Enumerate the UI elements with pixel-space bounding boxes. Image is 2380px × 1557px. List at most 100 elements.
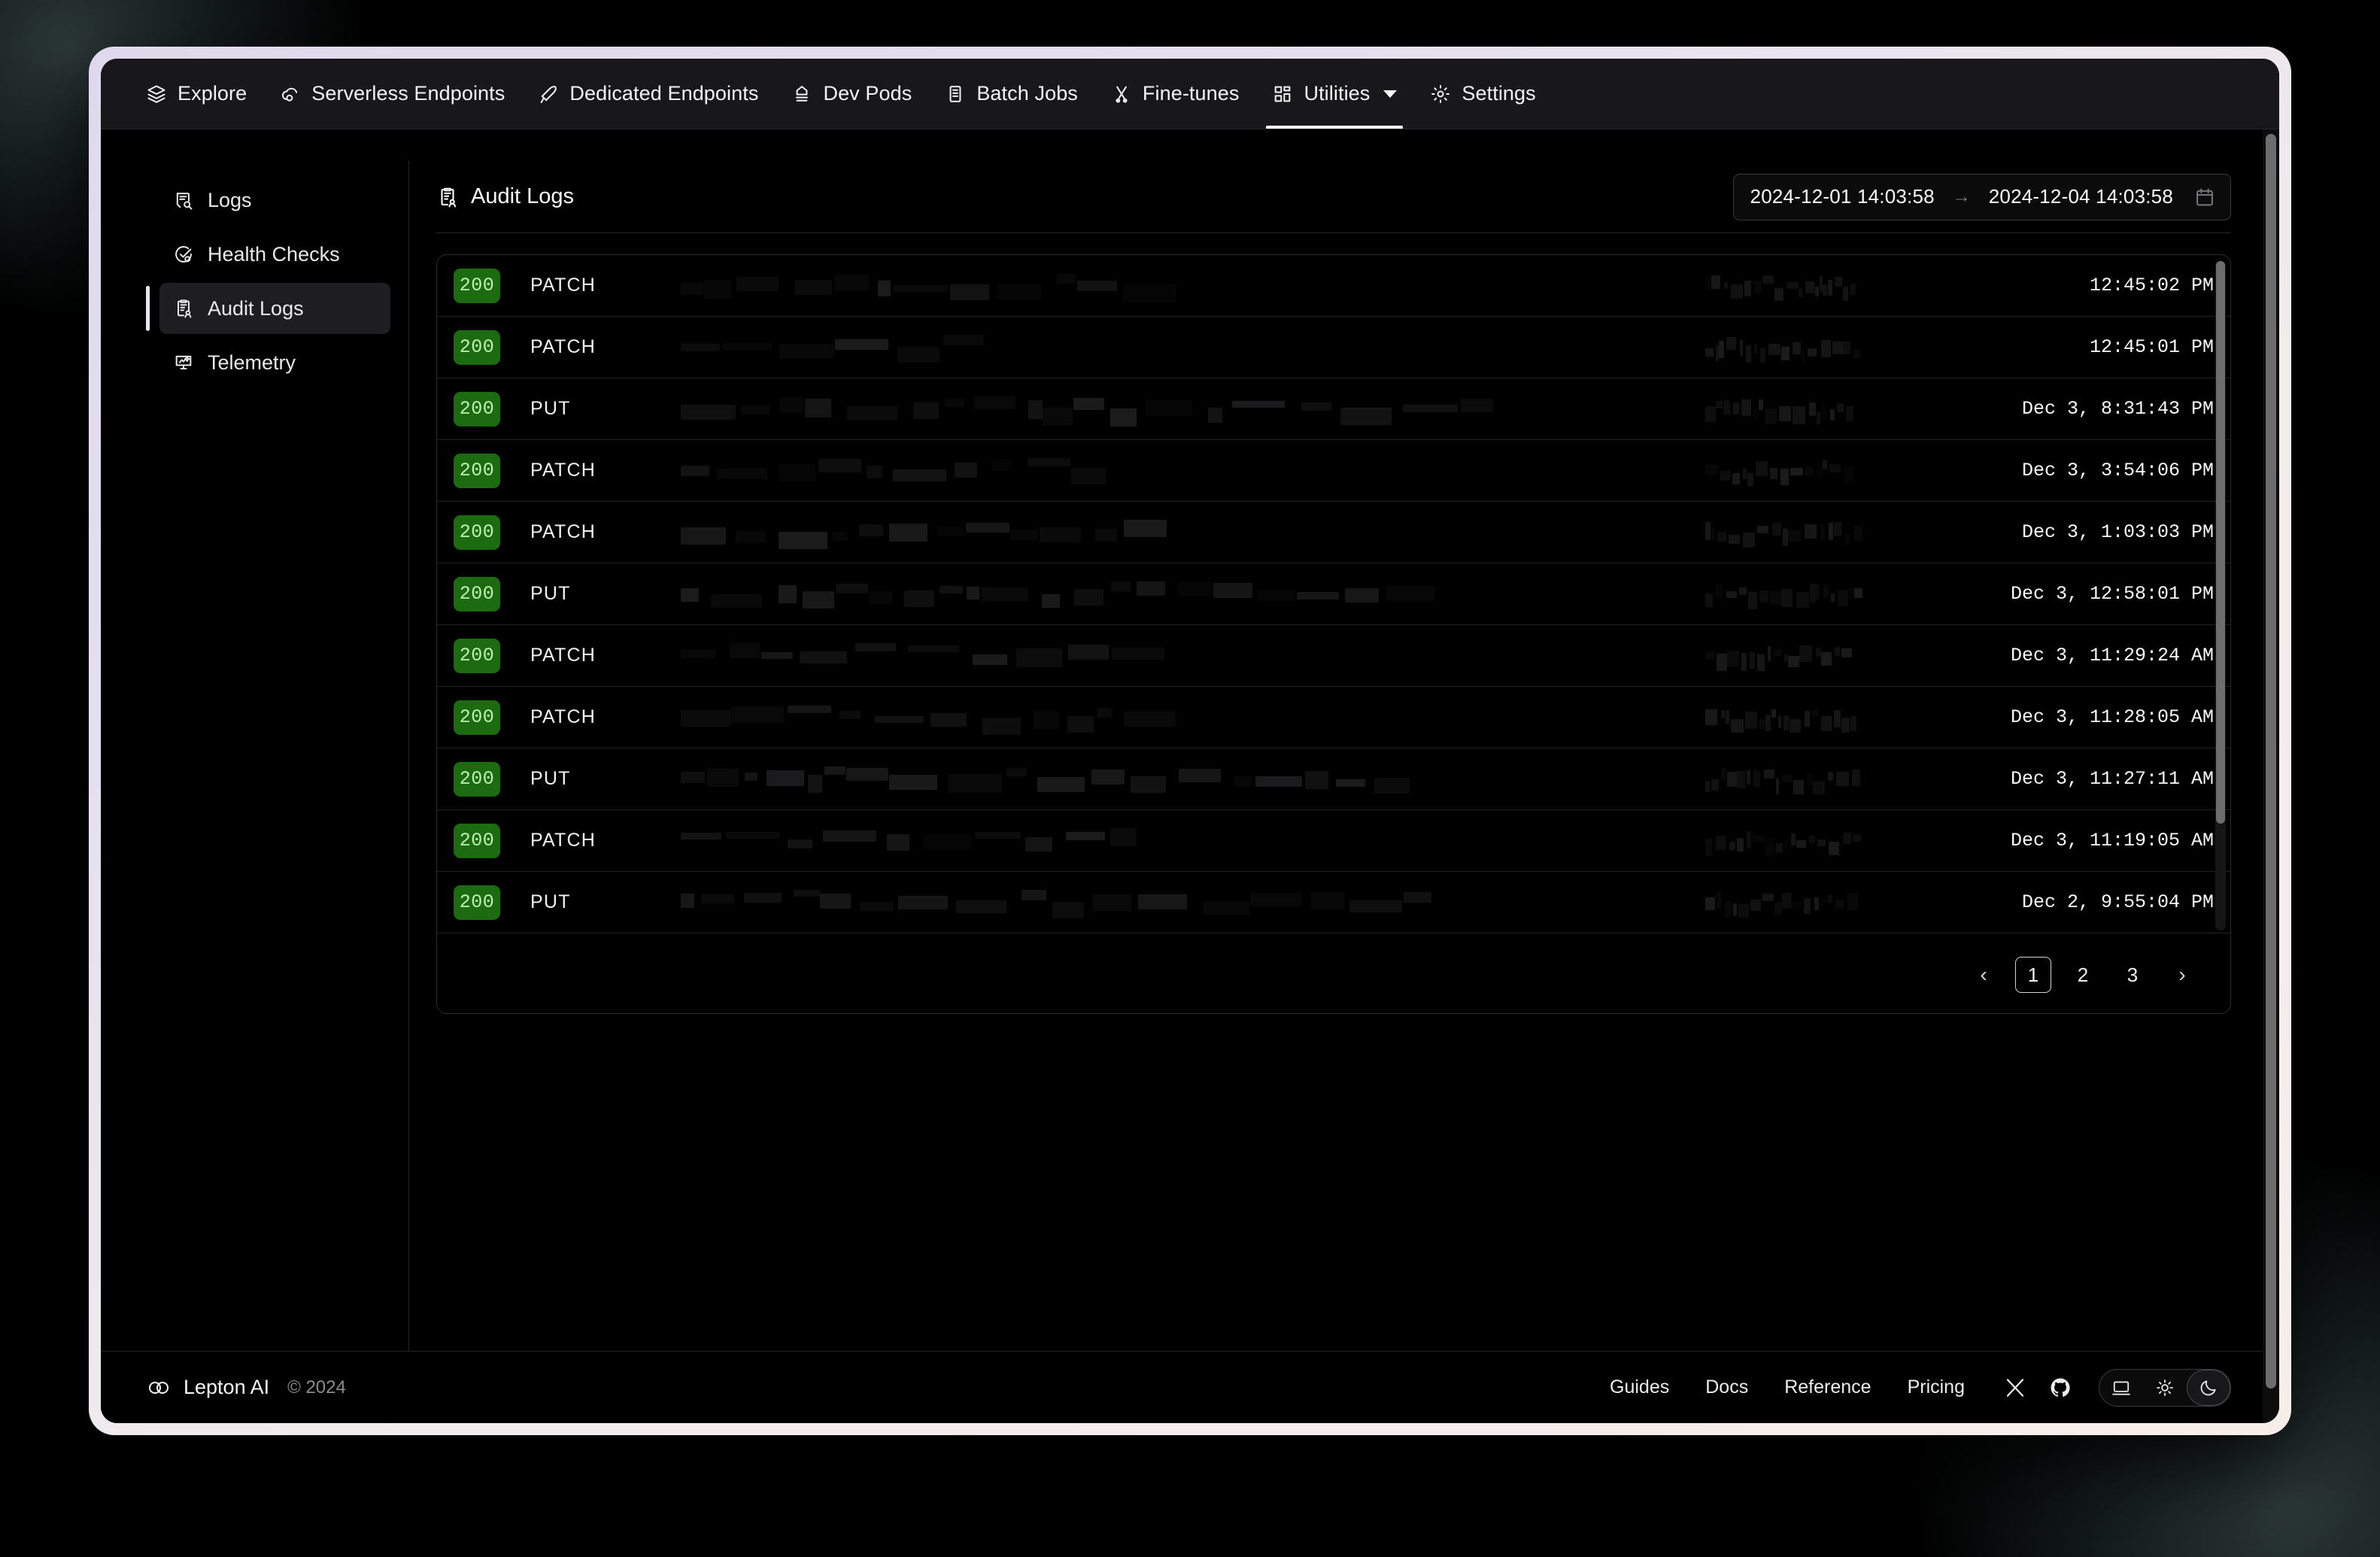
sidebar-item-health-checks[interactable]: Health Checks (159, 229, 390, 280)
page-scrollbar[interactable] (2263, 129, 2279, 1423)
actor-redacted (1705, 271, 1946, 301)
request-method: PUT (530, 398, 571, 419)
actor-redacted (1705, 394, 1946, 424)
pagination-page-1[interactable]: 1 (2015, 957, 2051, 993)
request-path-redacted (681, 762, 1705, 797)
request-method: PATCH (530, 521, 597, 542)
github-icon[interactable] (2048, 1375, 2073, 1401)
pagination-next[interactable]: › (2164, 957, 2200, 993)
request-path-redacted (681, 515, 1705, 550)
timestamp: Dec 3, 11:28:05 AM (2010, 706, 2214, 728)
request-path-redacted (681, 824, 1705, 858)
table-row[interactable]: 200 PUT Dec 3, 8:31:43 PM (437, 378, 2230, 440)
nav-item-dev-pods[interactable]: Dev Pods (775, 59, 928, 129)
nav-item-batch-jobs[interactable]: Batch Jobs (928, 59, 1094, 129)
request-method: PATCH (530, 706, 597, 727)
page-title: Audit Logs (436, 184, 574, 209)
actor-redacted (1705, 888, 1946, 918)
sidebar-item-label: Logs (208, 188, 252, 211)
calendar-icon[interactable] (2194, 187, 2215, 208)
page-column: Logs Health Checks Audit Logs Telemetry (101, 129, 2263, 1423)
timestamp: Dec 3, 12:58:01 PM (2010, 583, 2214, 605)
nav-item-label: Dedicated Endpoints (569, 82, 759, 105)
footer-link-docs[interactable]: Docs (1687, 1376, 1766, 1398)
table-row[interactable]: 200 PUT Dec 3, 12:58:01 PM (437, 563, 2230, 625)
nav-item-label: Serverless Endpoints (311, 82, 505, 105)
cloud-icon (280, 83, 301, 105)
timestamp: Dec 3, 11:27:11 AM (2010, 768, 2214, 790)
date-range-end[interactable]: 2024-12-04 14:03:58 (1989, 185, 2173, 208)
pagination-page-2[interactable]: 2 (2065, 957, 2101, 993)
nav-item-explore[interactable]: Explore (129, 59, 263, 129)
nav-item-label: Settings (1462, 82, 1536, 105)
table-row[interactable]: 200 PATCH 12:45:01 PM (437, 317, 2230, 378)
nav-item-fine-tunes[interactable]: Fine-tunes (1094, 59, 1256, 129)
sidebar-item-telemetry[interactable]: Telemetry (159, 337, 390, 388)
request-method: PUT (530, 768, 571, 789)
table-row[interactable]: 200 PATCH Dec 3, 11:19:05 AM (437, 810, 2230, 872)
table-row[interactable]: 200 PATCH Dec 3, 1:03:03 PM (437, 502, 2230, 563)
lepton-logo-icon (146, 1377, 172, 1398)
status-badge: 200 (454, 823, 500, 858)
pod-icon (791, 83, 812, 105)
nav-item-settings[interactable]: Settings (1413, 59, 1552, 129)
request-path-redacted (681, 885, 1705, 920)
nav-item-label: Explore (178, 82, 247, 105)
audit-log-scrollbar[interactable] (2215, 261, 2226, 930)
request-method: PATCH (530, 460, 597, 481)
sidebar-item-audit-logs[interactable]: Audit Logs (146, 283, 390, 334)
table-row[interactable]: 200 PATCH 12:45:02 PM (437, 255, 2230, 317)
pagination-page-3[interactable]: 3 (2114, 957, 2151, 993)
status-badge: 200 (454, 885, 500, 920)
status-badge: 200 (454, 329, 500, 365)
status-badge: 200 (454, 576, 500, 612)
actor-redacted (1705, 764, 1946, 794)
theme-option-moon[interactable] (2187, 1369, 2230, 1406)
nav-item-label: Dev Pods (823, 82, 912, 105)
nav-item-serverless-endpoints[interactable]: Serverless Endpoints (263, 59, 521, 129)
theme-option-system[interactable] (2099, 1370, 2143, 1406)
table-row[interactable]: 200PATCHDec 2, 9:47:20 PM (437, 933, 2230, 936)
footer-link-guides[interactable]: Guides (1592, 1376, 1687, 1398)
chevron-down-icon[interactable] (1383, 90, 1398, 98)
actor-redacted (1705, 826, 1946, 856)
audit-log-card: 200 PATCH 12:45:02 PM 200 PATCH 12:45:01 PM 20… (436, 254, 2231, 1014)
table-row[interactable]: 200 PATCH Dec 3, 3:54:06 PM (437, 440, 2230, 502)
timestamp: Dec 2, 9:55:04 PM (2021, 891, 2214, 913)
desktop-background: Explore Serverless Endpoints Dedicated End… (0, 0, 2380, 1557)
footer: Lepton AI © 2024 Guides Docs Reference Pric… (101, 1351, 2263, 1423)
table-row[interactable]: 200 PUT Dec 2, 9:55:04 PM (437, 872, 2230, 933)
actor-redacted (1705, 517, 1946, 548)
actor-redacted (1705, 332, 1946, 363)
date-range-start[interactable]: 2024-12-01 14:03:58 (1750, 185, 1935, 208)
status-badge: 200 (454, 700, 500, 735)
brand[interactable]: Lepton AI © 2024 (146, 1376, 346, 1399)
table-row[interactable]: 200 PUT Dec 3, 11:27:11 AM (437, 748, 2230, 810)
sidebar-item-logs[interactable]: Logs (159, 175, 390, 226)
date-range-separator: → (1952, 186, 1971, 207)
app-body: Logs Health Checks Audit Logs Telemetry (101, 129, 2279, 1423)
page-scrollbar-thumb[interactable] (2266, 134, 2276, 1389)
nav-item-dedicated-endpoints[interactable]: Dedicated Endpoints (521, 59, 775, 129)
footer-link-pricing[interactable]: Pricing (1890, 1376, 1983, 1398)
nav-item-utilities[interactable]: Utilities (1255, 59, 1413, 129)
audit-log-scrollbar-thumb[interactable] (2216, 261, 2225, 824)
nav-item-label: Fine-tunes (1142, 82, 1240, 105)
actor-redacted (1705, 641, 1946, 671)
table-row[interactable]: 200 PATCH Dec 3, 11:29:24 AM (437, 625, 2230, 687)
monitor-chart-icon (173, 352, 194, 373)
x-icon[interactable] (2002, 1375, 2028, 1401)
pagination-prev[interactable]: ‹ (1966, 957, 2002, 993)
content-row: Logs Health Checks Audit Logs Telemetry (101, 129, 2263, 1351)
rocket-icon (538, 83, 559, 105)
clipboard-user-icon (436, 186, 459, 208)
theme-option-sun[interactable] (2143, 1370, 2187, 1406)
request-method: PUT (530, 583, 571, 604)
timestamp: 12:45:01 PM (2089, 336, 2214, 358)
date-range-picker[interactable]: 2024-12-01 14:03:58 → 2024-12-04 14:03:5… (1732, 173, 2231, 220)
pagination: ‹ 1 2 3 › (437, 936, 2230, 1013)
footer-link-reference[interactable]: Reference (1766, 1376, 1889, 1398)
main-panel: Audit Logs 2024-12-01 14:03:58 → 2024-12… (409, 161, 2263, 1351)
request-path-redacted (681, 639, 1705, 673)
table-row[interactable]: 200 PATCH Dec 3, 11:28:05 AM (437, 687, 2230, 748)
